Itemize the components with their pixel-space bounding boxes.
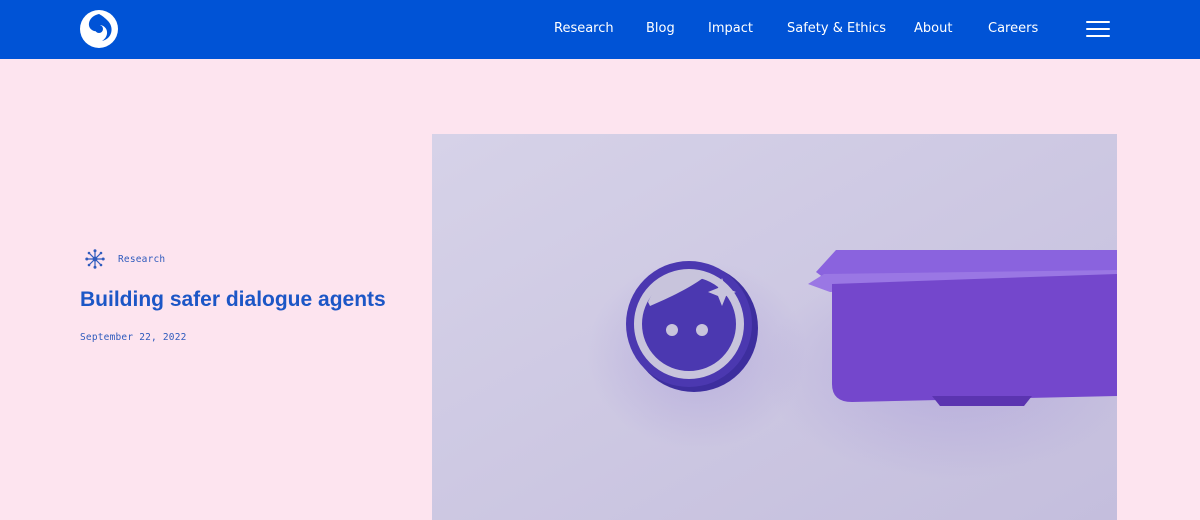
article-date: September 22, 2022 [80, 332, 187, 343]
nav-research[interactable]: Research [554, 21, 614, 36]
nav-careers[interactable]: Careers [988, 21, 1038, 36]
network-icon [85, 249, 105, 269]
hero-image [432, 134, 1117, 520]
category-label: Research [118, 253, 166, 265]
site-header: Research Blog Impact Safety & Ethics Abo… [0, 0, 1200, 59]
logo-icon [80, 10, 118, 48]
nav-impact[interactable]: Impact [708, 21, 753, 36]
nav-about[interactable]: About [914, 21, 952, 36]
hamburger-menu-icon[interactable] [1086, 21, 1110, 37]
nav-blog[interactable]: Blog [646, 21, 675, 36]
face-badge-and-speech-bubble-icon [432, 134, 1117, 520]
article-title[interactable]: Building safer dialogue agents [80, 288, 386, 312]
article-category[interactable]: Research [85, 249, 165, 269]
nav-safety-ethics[interactable]: Safety & Ethics [787, 21, 886, 36]
